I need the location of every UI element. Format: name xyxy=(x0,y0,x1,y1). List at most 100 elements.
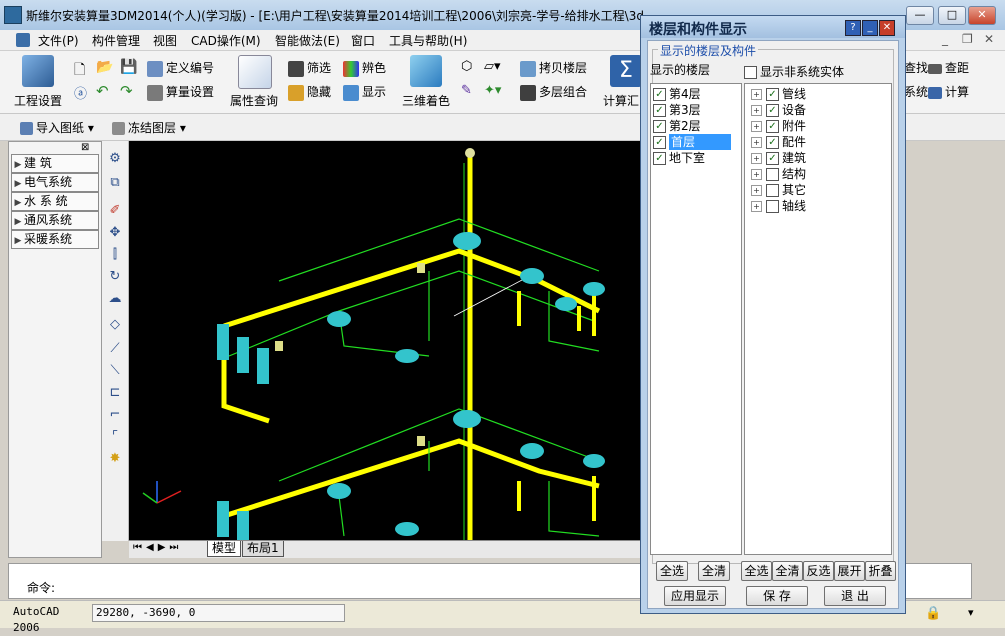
define-code-button[interactable]: 定义编号 xyxy=(147,59,214,77)
collapse-all-button[interactable]: 折叠 xyxy=(865,561,896,581)
app-icon[interactable] xyxy=(4,6,22,24)
tab-layout1[interactable]: 布局1 xyxy=(242,541,284,557)
freeze-layer-button[interactable]: 冻结图层 ▾ xyxy=(112,119,186,136)
check-distance-button[interactable]: 查距 xyxy=(928,59,969,76)
chamfer-icon[interactable]: ⌜ xyxy=(107,429,123,445)
drawing-canvas[interactable] xyxy=(129,141,641,540)
tab-nav-arrows-icon[interactable]: ⏮◀▶⏭ xyxy=(133,542,182,553)
tab-model[interactable]: 模型 xyxy=(207,541,242,557)
nav-item-ventilation[interactable]: ▶ 通风系统 xyxy=(11,211,99,230)
new-file-icon[interactable]: 🗋 xyxy=(74,59,85,83)
snap-icon[interactable]: ⚙ xyxy=(107,151,123,167)
quantity-setup-button[interactable]: 算量设置 xyxy=(147,83,214,101)
extend-icon[interactable]: ⟍ xyxy=(107,363,123,379)
floor-item-2[interactable]: ✓ 第2层 xyxy=(653,118,701,134)
expand-all-button[interactable]: 展开 xyxy=(834,561,865,581)
calc-summary-button[interactable]: 计算汇 xyxy=(603,92,639,109)
floor-item-basement[interactable]: ✓ 地下室 xyxy=(653,150,705,166)
menu-smart-method[interactable]: 智能做法(E) xyxy=(275,32,340,49)
clear-components-button[interactable]: 全清 xyxy=(772,561,803,581)
save-button[interactable]: 保 存 xyxy=(746,586,808,606)
filter-button[interactable]: 筛选 xyxy=(288,59,331,77)
floor-item-4[interactable]: ✓ 第4层 xyxy=(653,86,701,102)
save-icon[interactable]: 💾 xyxy=(120,59,137,75)
doc-icon[interactable] xyxy=(16,33,30,47)
comp-item-accessory[interactable]: + ✓ 附件 xyxy=(751,118,806,134)
comp-item-building[interactable]: + ✓ 建筑 xyxy=(751,150,806,166)
menu-tools-help[interactable]: 工具与帮助(H) xyxy=(389,32,467,49)
menu-window[interactable]: 窗口 xyxy=(351,32,375,49)
doc-minimize-icon[interactable]: _ xyxy=(942,32,948,46)
fillet-icon[interactable]: ⌐ xyxy=(107,407,123,423)
rotate-icon[interactable]: ⬡ xyxy=(461,59,472,74)
render-3d-button[interactable]: 三维着色 xyxy=(402,92,450,109)
invert-selection-button[interactable]: 反选 xyxy=(803,561,834,581)
break-icon[interactable]: ⊏ xyxy=(107,385,123,401)
move-icon[interactable]: ✥ xyxy=(107,225,123,241)
cloud-icon[interactable]: ☁ xyxy=(107,291,123,307)
close-button[interactable]: ✕ xyxy=(968,6,996,25)
floor-item-ground[interactable]: ✓ 首层 xyxy=(653,134,731,150)
apply-display-button[interactable]: 应用显示 xyxy=(664,586,726,606)
wand-icon[interactable]: ✦▾ xyxy=(484,83,501,98)
mirror-icon[interactable]: ⫿ xyxy=(107,247,123,263)
nav-item-heating[interactable]: ▶ 采暖系统 xyxy=(11,230,99,249)
display-button[interactable]: 显示 xyxy=(343,83,386,101)
exit-button[interactable]: 退 出 xyxy=(824,586,886,606)
dialog-close-icon[interactable]: ✕ xyxy=(879,20,895,36)
copy-icon[interactable]: ⧉ xyxy=(107,175,123,191)
clear-floors-button[interactable]: 全清 xyxy=(698,561,730,581)
menu-cad-ops[interactable]: CAD操作(M) xyxy=(191,32,261,49)
scale-icon[interactable]: ◇ xyxy=(107,317,123,333)
doc-restore-icon[interactable]: ❐ xyxy=(962,32,973,46)
lock-icon[interactable]: 🔒 xyxy=(925,606,941,621)
expand-icon[interactable]: + xyxy=(751,105,762,116)
minimize-button[interactable]: — xyxy=(906,6,934,25)
hide-button[interactable]: 隐藏 xyxy=(288,83,331,101)
comp-item-other[interactable]: + 其它 xyxy=(751,182,806,198)
multi-floor-button[interactable]: 多层组合 xyxy=(520,83,587,101)
brush-icon[interactable]: ✎ xyxy=(461,83,472,98)
identify-color-button[interactable]: 辨色 xyxy=(343,59,386,77)
floor-item-3[interactable]: ✓ 第3层 xyxy=(653,102,701,118)
project-setup-button[interactable]: 工程设置 xyxy=(14,92,62,109)
select-all-components-button[interactable]: 全选 xyxy=(741,561,772,581)
comp-item-fitting[interactable]: + ✓ 配件 xyxy=(751,134,806,150)
menu-file[interactable]: 文件(P) xyxy=(38,32,79,49)
expand-icon[interactable]: + xyxy=(751,169,762,180)
menu-view[interactable]: 视图 xyxy=(153,32,177,49)
text-a-icon[interactable]: ⓐ xyxy=(74,83,87,102)
explode-icon[interactable]: ✸ xyxy=(107,451,123,467)
expand-icon[interactable]: + xyxy=(751,201,762,212)
expand-icon[interactable]: + xyxy=(751,121,762,132)
menu-component-mgmt[interactable]: 构件管理 xyxy=(92,32,140,49)
expand-icon[interactable]: + xyxy=(751,89,762,100)
undo-icon[interactable]: ↶ xyxy=(96,82,109,100)
comp-item-pipeline[interactable]: + ✓ 管线 xyxy=(751,86,806,102)
copy-floor-button[interactable]: 拷贝楼层 xyxy=(520,59,587,77)
comp-item-axis[interactable]: + 轴线 xyxy=(751,198,806,214)
nav-item-architecture[interactable]: ▶ 建 筑 xyxy=(11,154,99,173)
panel-close-icon[interactable]: ⊠ xyxy=(81,142,89,153)
comp-item-structure[interactable]: + 结构 xyxy=(751,166,806,182)
help-icon[interactable]: ? xyxy=(845,20,861,36)
doc-close-icon[interactable]: ✕ xyxy=(984,32,994,46)
expand-icon[interactable]: + xyxy=(751,185,762,196)
calculate-button[interactable]: 计算 xyxy=(928,83,969,100)
trim-icon[interactable]: ⟋ xyxy=(107,341,123,357)
status-menu-icon[interactable]: ▾ xyxy=(968,606,974,619)
nav-item-water[interactable]: ▶ 水 系 统 xyxy=(11,192,99,211)
rotate-cw-icon[interactable]: ↻ xyxy=(107,269,123,285)
expand-icon[interactable]: + xyxy=(751,153,762,164)
nav-item-electrical[interactable]: ▶ 电气系统 xyxy=(11,173,99,192)
expand-icon[interactable]: + xyxy=(751,137,762,148)
box-view-icon[interactable]: ▱▾ xyxy=(484,59,501,74)
dialog-minimize-icon[interactable]: _ xyxy=(862,20,878,36)
import-drawing-button[interactable]: 导入图纸 ▾ xyxy=(20,119,94,136)
erase-icon[interactable]: ✐ xyxy=(107,203,123,219)
show-non-system-checkbox[interactable]: 显示非系统实体 xyxy=(744,63,844,80)
redo-icon[interactable]: ↷ xyxy=(120,82,133,100)
maximize-button[interactable]: □ xyxy=(938,6,966,25)
comp-item-equipment[interactable]: + ✓ 设备 xyxy=(751,102,806,118)
system-button[interactable]: 系统 xyxy=(904,83,928,100)
